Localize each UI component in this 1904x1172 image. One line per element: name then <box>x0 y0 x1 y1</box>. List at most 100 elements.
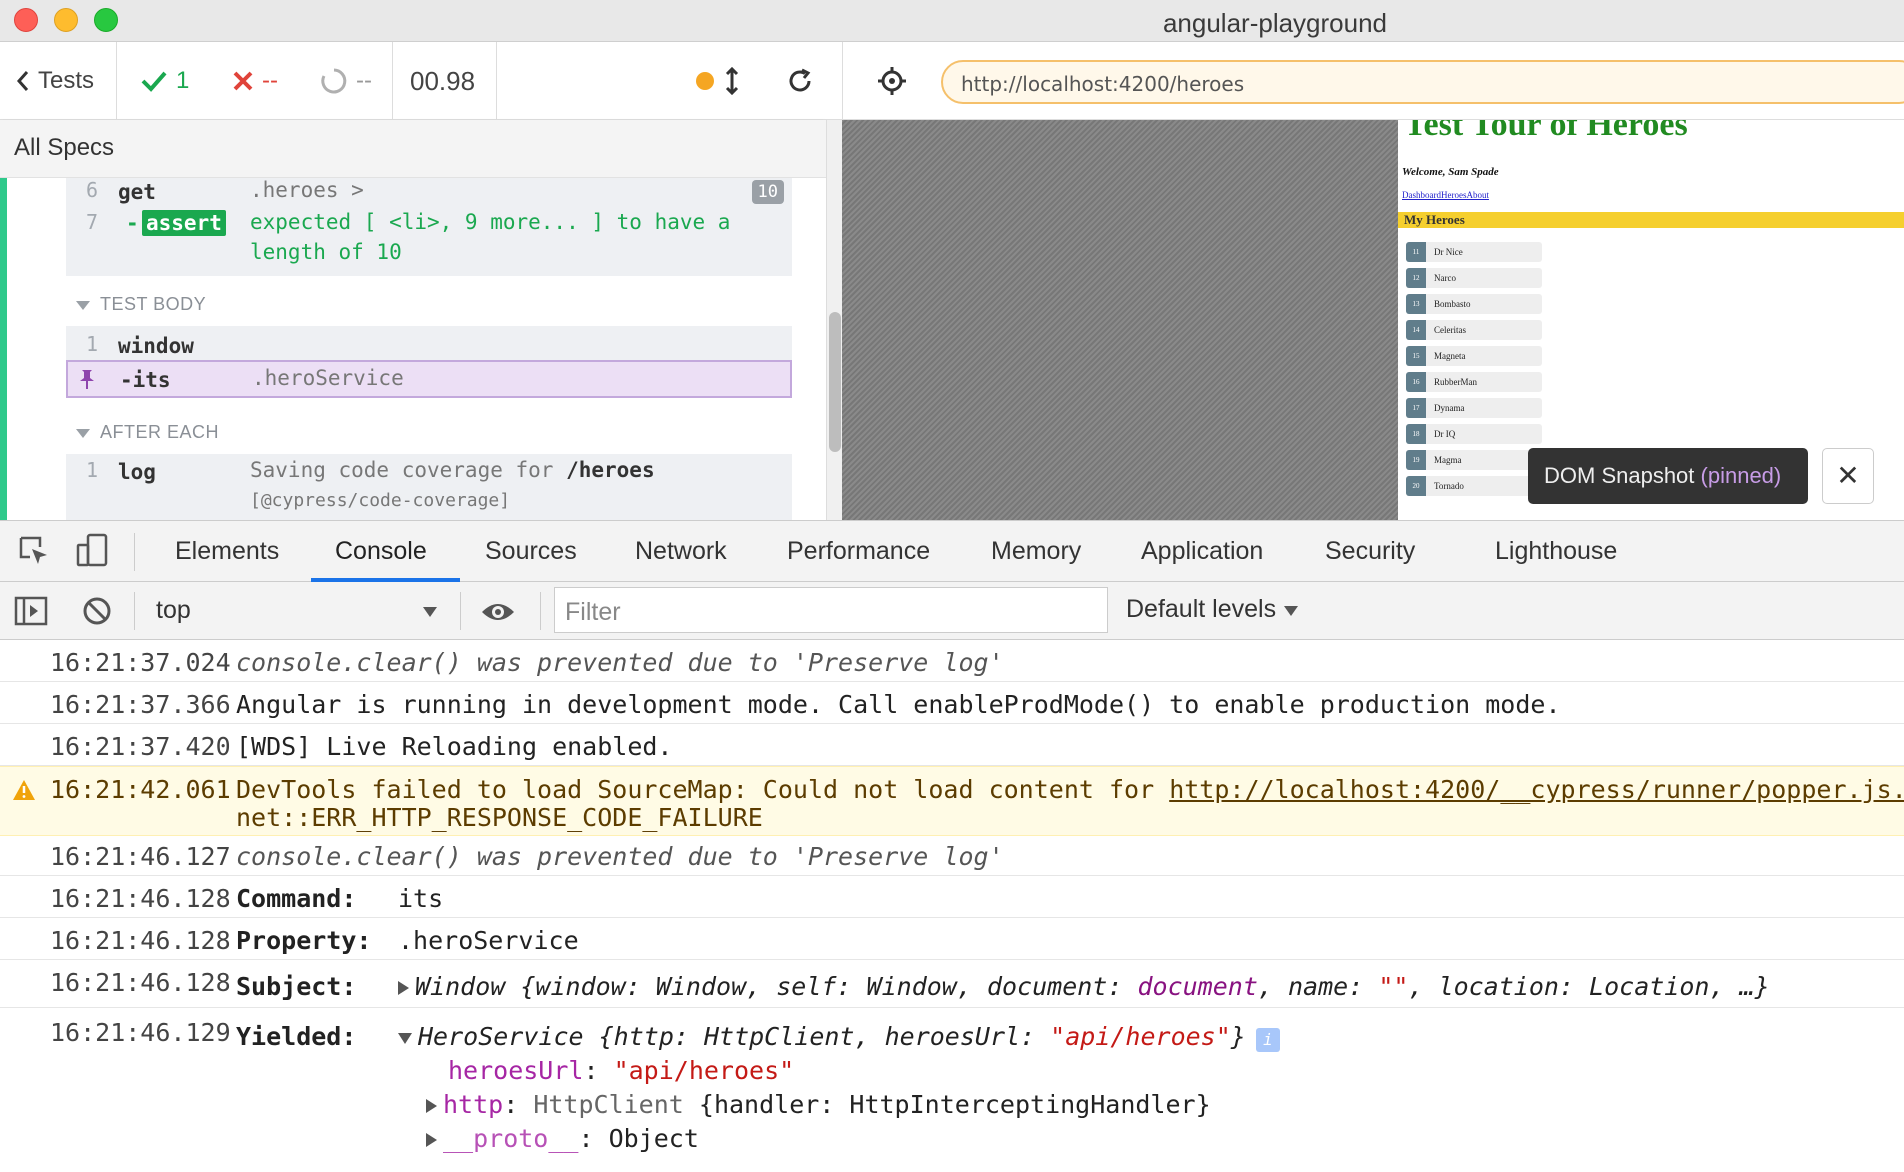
yielded-object[interactable]: HeroService {http: HttpClient, heroesUrl… <box>398 1022 1280 1052</box>
hero-item[interactable]: 14 Celeritas <box>1406 320 1542 340</box>
hero-id-badge: 15 <box>1406 346 1426 366</box>
prop-type: HttpClient <box>533 1090 684 1119</box>
command-name: -its <box>120 368 171 392</box>
tab-console[interactable]: Console <box>335 537 427 566</box>
tab-lighthouse[interactable]: Lighthouse <box>1495 537 1617 566</box>
reporter-header: Tests 1 -- -- 00.98 <box>0 42 842 120</box>
command-row-get[interactable]: 6 get .heroes > 10 <box>66 178 792 208</box>
check-icon <box>141 71 167 92</box>
tab-application[interactable]: Application <box>1141 537 1263 566</box>
command-message: .heroes > <box>250 178 364 202</box>
tab-sources[interactable]: Sources <box>485 537 577 566</box>
hero-name: Tornado <box>1434 481 1464 491</box>
console-row: 16:21:37.420 [WDS] Live Reloading enable… <box>0 724 1904 766</box>
command-row-window[interactable]: 1 window <box>66 326 792 360</box>
devtools-tabbar: Elements Console Sources Network Perform… <box>0 520 1904 582</box>
command-row-its-pinned[interactable]: -its .heroService <box>66 360 792 398</box>
device-toolbar-icon[interactable] <box>76 533 110 567</box>
console-row: 16:21:37.366 Angular is running in devel… <box>0 682 1904 724</box>
hero-item[interactable]: 15 Magneta <box>1406 346 1542 366</box>
sidebar-toggle-icon[interactable] <box>14 596 48 626</box>
expand-arrow-icon[interactable] <box>426 1099 437 1113</box>
hero-item[interactable]: 19 Magma <box>1406 450 1542 470</box>
eye-icon[interactable] <box>480 600 516 624</box>
subject-name: "" <box>1378 972 1409 1001</box>
tab-elements[interactable]: Elements <box>175 537 279 566</box>
hero-name: Narco <box>1434 273 1456 283</box>
console-row: 16:21:46.128 Subject: Window {window: Wi… <box>0 960 1904 1008</box>
dropdown-arrow-icon[interactable] <box>422 606 438 618</box>
sourcemap-link[interactable]: http://localhost:4200/__cypress/runner/p… <box>1169 775 1904 804</box>
console-value: its <box>398 884 444 913</box>
yielded-prop-proto[interactable]: __proto__: Object <box>426 1124 699 1153</box>
tab-performance[interactable]: Performance <box>787 537 930 566</box>
hero-id-badge: 14 <box>1406 320 1426 340</box>
hero-item[interactable]: 11 Dr Nice <box>1406 242 1542 262</box>
unpin-snapshot-button[interactable]: ✕ <box>1822 448 1874 504</box>
test-body-header[interactable]: TEST BODY <box>76 294 206 315</box>
rerun-button[interactable] <box>786 42 814 120</box>
context-selector[interactable]: top <box>156 596 191 625</box>
test-status-bar <box>0 178 7 520</box>
expand-arrow-icon[interactable] <box>426 1133 437 1147</box>
app-page-title: Test Tour of Heroes <box>1404 120 1688 143</box>
collapse-arrow-icon[interactable] <box>398 1032 412 1044</box>
timestamp: 16:21:46.128 <box>50 926 231 955</box>
console-filter-input[interactable]: Filter <box>554 587 1108 633</box>
command-name: get <box>118 180 156 204</box>
clear-console-icon[interactable] <box>82 596 112 626</box>
log-levels-dropdown[interactable]: Default levels <box>1126 595 1299 624</box>
command-row-assert[interactable]: 7 - assert expected [ <li>, 9 more... ] … <box>66 210 792 274</box>
hero-name: RubberMan <box>1434 377 1477 387</box>
tab-security[interactable]: Security <box>1325 537 1415 566</box>
duration: 00.98 <box>410 65 476 96</box>
command-message-line2: [@cypress/code-coverage] <box>250 490 511 511</box>
yielded-head: HeroService {http: HttpClient, heroesUrl… <box>418 1022 1051 1051</box>
test-body-label: TEST BODY <box>100 294 207 314</box>
hero-item[interactable]: 16 RubberMan <box>1406 372 1542 392</box>
timestamp: 16:21:46.129 <box>50 1018 231 1047</box>
url-field[interactable]: http://localhost:4200/heroes <box>941 60 1904 104</box>
hero-item[interactable]: 18 Dr IQ <box>1406 424 1542 444</box>
all-specs-header[interactable]: All Specs <box>0 120 826 178</box>
hero-item[interactable]: 20 Tornado <box>1406 476 1542 496</box>
warning-icon <box>13 780 35 800</box>
hero-item[interactable]: 13 Bombasto <box>1406 294 1542 314</box>
yielded-url: "api/heroes" <box>1050 1022 1231 1051</box>
app-nav-links[interactable]: DashboardHeroesAbout <box>1402 190 1489 200</box>
tab-network[interactable]: Network <box>635 537 727 566</box>
command-name: window <box>118 334 194 358</box>
inspect-element-icon[interactable] <box>18 535 50 567</box>
timestamp: 16:21:42.061 <box>50 775 231 804</box>
command-number: 7 <box>86 210 99 234</box>
subject-object[interactable]: Window {window: Window, self: Window, do… <box>398 972 1770 1001</box>
auto-scroll-toggle[interactable] <box>696 42 740 120</box>
console-row: 16:21:46.128 Property: .heroService <box>0 918 1904 960</box>
selector-playground-icon[interactable] <box>877 66 907 96</box>
tab-memory[interactable]: Memory <box>991 537 1081 566</box>
viewport-background <box>842 120 1398 520</box>
console-message: Angular is running in development mode. … <box>236 690 1561 719</box>
reporter-scrollbar[interactable] <box>826 120 842 520</box>
console-message: console.clear() was prevented due to 'Pr… <box>236 648 1004 677</box>
hero-id-badge: 18 <box>1406 424 1426 444</box>
hero-item[interactable]: 12 Narco <box>1406 268 1542 288</box>
command-number: 6 <box>86 178 99 202</box>
timestamp: 16:21:46.128 <box>50 884 231 913</box>
pending-stat: -- <box>320 42 372 120</box>
command-row-log[interactable]: 1 log Saving code coverage for /heroes [… <box>66 454 792 520</box>
dropdown-arrow-icon <box>1284 606 1299 616</box>
hero-name: Dr IQ <box>1434 429 1456 439</box>
scrollbar-thumb[interactable] <box>829 312 841 452</box>
console-key: Property: <box>236 926 372 955</box>
expand-arrow-icon[interactable] <box>398 981 409 995</box>
hero-item[interactable]: 17 Dynama <box>1406 398 1542 418</box>
after-each-header[interactable]: AFTER EACH <box>76 422 219 443</box>
snapshot-label: DOM Snapshot <box>1544 463 1695 488</box>
yielded-prop-http[interactable]: http: HttpClient {handler: HttpIntercept… <box>426 1090 1211 1119</box>
hero-id-badge: 13 <box>1406 294 1426 314</box>
tests-back-button[interactable]: Tests <box>16 42 94 120</box>
hero-id-badge: 17 <box>1406 398 1426 418</box>
info-icon[interactable]: i <box>1255 1028 1280 1052</box>
prop-key: __proto__ <box>443 1124 579 1153</box>
